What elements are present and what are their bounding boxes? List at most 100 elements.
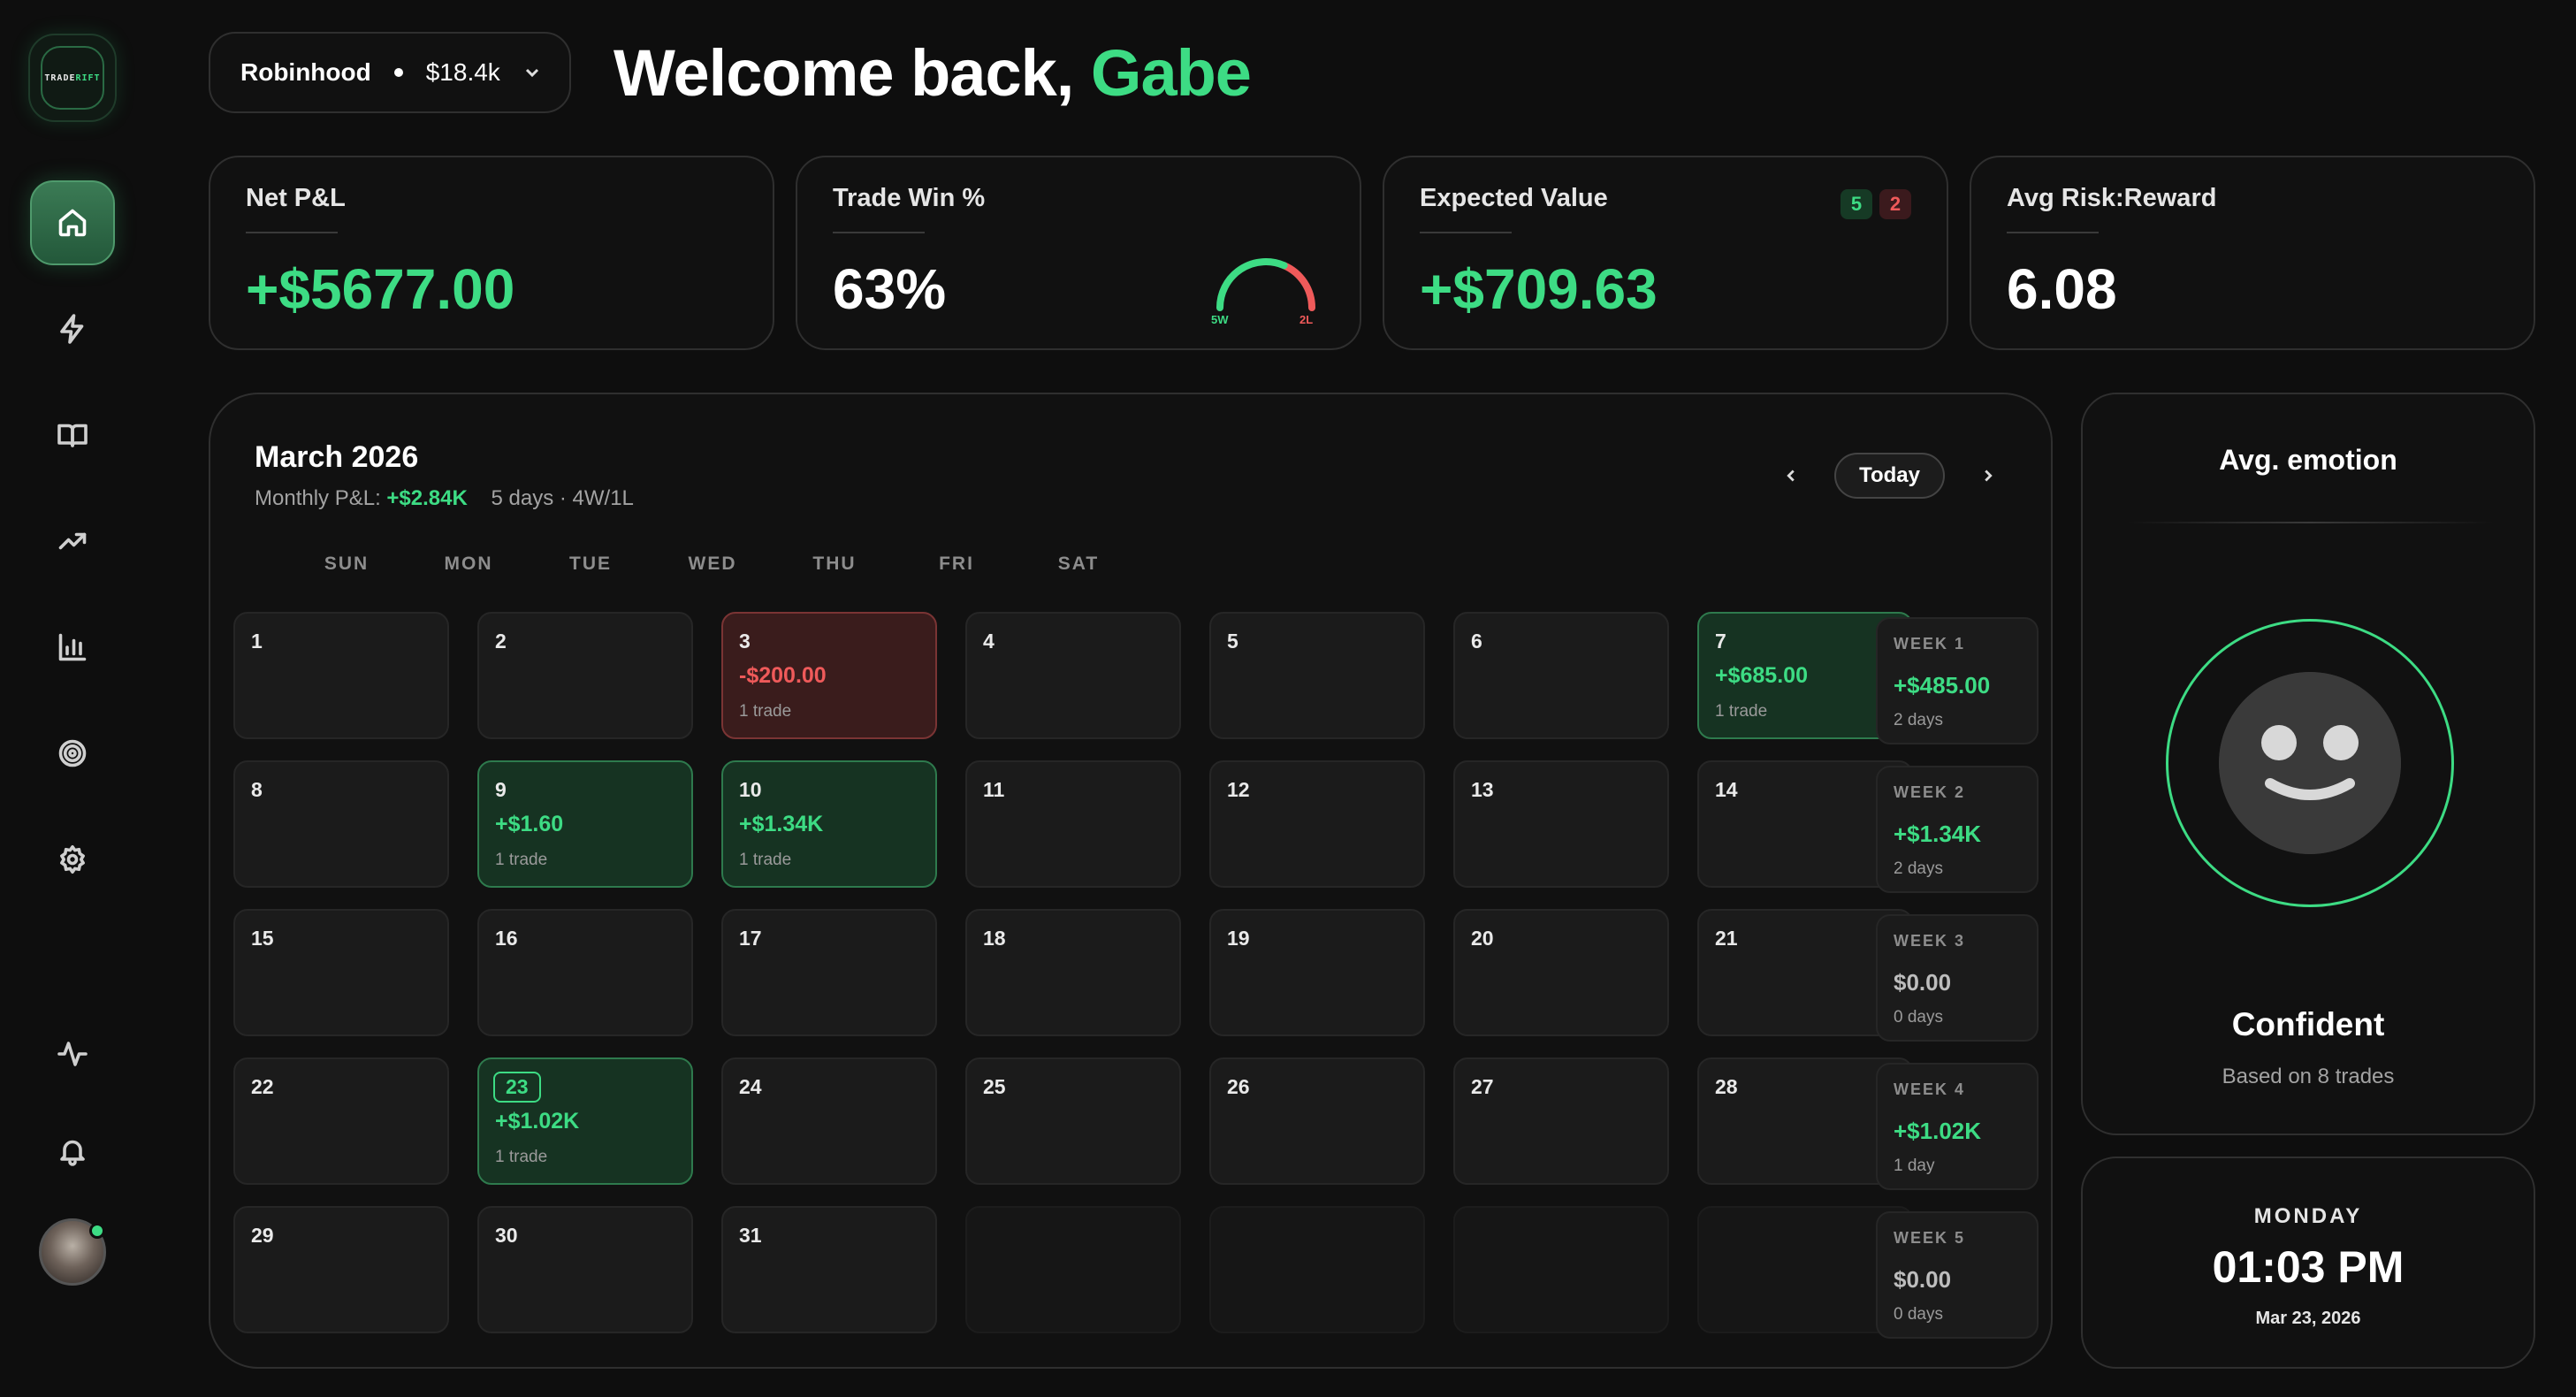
nav-performance[interactable] bbox=[30, 499, 115, 584]
nav-settings[interactable] bbox=[30, 817, 115, 902]
day-number: 14 bbox=[1715, 778, 1738, 801]
week-day-count: 0 days bbox=[1894, 1305, 1943, 1324]
calendar-day[interactable]: 17 bbox=[721, 909, 937, 1036]
calendar-day[interactable]: 8 bbox=[233, 760, 449, 888]
day-trade-count: 1 trade bbox=[739, 851, 792, 869]
win-rate-gauge: 5W 2L bbox=[1211, 258, 1315, 325]
calendar-day[interactable]: 12 bbox=[1209, 760, 1425, 888]
pulse-icon bbox=[57, 1042, 88, 1066]
day-number: 19 bbox=[1227, 927, 1250, 950]
week-label: WEEK 1 bbox=[1894, 635, 1966, 653]
expected-value-card: Expected Value +$709.63 5 2 bbox=[1383, 156, 1948, 350]
day-number: 31 bbox=[739, 1224, 762, 1247]
expected-value-label: Expected Value bbox=[1420, 184, 1608, 212]
week-label: WEEK 4 bbox=[1894, 1080, 1966, 1098]
chevron-left-icon[interactable] bbox=[1781, 466, 1801, 485]
day-pl: +$1.60 bbox=[495, 812, 564, 836]
chevron-right-icon[interactable] bbox=[1978, 466, 1998, 485]
day-pl: -$200.00 bbox=[739, 663, 827, 688]
separator-dot bbox=[393, 68, 403, 77]
week-summary[interactable]: WEEK 1 +$485.00 2 days bbox=[1876, 617, 2039, 744]
day-number: 5 bbox=[1227, 630, 1238, 653]
monthly-pl-label: Monthly P&L: bbox=[255, 486, 381, 510]
nav-reports[interactable] bbox=[30, 605, 115, 690]
calendar-day[interactable]: 11 bbox=[965, 760, 1181, 888]
emotion-ring bbox=[2166, 619, 2454, 907]
calendar-day[interactable]: 24 bbox=[721, 1057, 937, 1185]
nav-activity[interactable] bbox=[30, 1011, 115, 1096]
calendar-day[interactable]: 26 bbox=[1209, 1057, 1425, 1185]
weekday-header: SAT bbox=[1057, 553, 1100, 574]
calendar-day[interactable]: 30 bbox=[477, 1206, 693, 1333]
losses-badge: 2 bbox=[1879, 189, 1911, 219]
day-number: 12 bbox=[1227, 778, 1250, 801]
calendar-day[interactable]: 27 bbox=[1453, 1057, 1669, 1185]
account-balance: $18.4k bbox=[425, 58, 500, 86]
nav-home[interactable] bbox=[30, 180, 115, 265]
user-name: Gabe bbox=[1090, 36, 1252, 110]
calendar-day[interactable]: 15 bbox=[233, 909, 449, 1036]
sidebar: TRADERIFT bbox=[0, 0, 145, 1397]
week-label: WEEK 5 bbox=[1894, 1229, 1966, 1247]
pl-calendar: March 2026 Monthly P&L: +$2.84K 5 days ·… bbox=[209, 393, 2053, 1369]
calendar-day[interactable]: 25 bbox=[965, 1057, 1181, 1185]
win-loss-badges: 5 2 bbox=[1841, 189, 1911, 219]
today-button[interactable]: Today bbox=[1834, 453, 1945, 499]
lightning-icon bbox=[60, 314, 84, 344]
net-pl-label: Net P&L bbox=[246, 184, 346, 212]
day-trade-count: 1 trade bbox=[1715, 702, 1768, 721]
week-label: WEEK 3 bbox=[1894, 932, 1966, 950]
calendar-day[interactable]: 5 bbox=[1209, 612, 1425, 739]
monthly-meta: 5 days · 4W/1L bbox=[491, 486, 634, 510]
nav-notifications[interactable] bbox=[30, 1109, 115, 1194]
clock-card: MONDAY 01:03 PM Mar 23, 2026 bbox=[2081, 1157, 2535, 1369]
emotion-title: Avg. emotion bbox=[2219, 444, 2397, 476]
nav-goals[interactable] bbox=[30, 711, 115, 796]
book-icon bbox=[57, 424, 88, 447]
calendar-day[interactable]: 19 bbox=[1209, 909, 1425, 1036]
calendar-day[interactable]: 2 bbox=[477, 612, 693, 739]
day-number: 24 bbox=[739, 1075, 762, 1098]
bell-icon bbox=[60, 1140, 85, 1166]
calendar-day[interactable]: 20 bbox=[1453, 909, 1669, 1036]
week-day-count: 2 days bbox=[1894, 711, 1943, 729]
day-trade-count: 1 trade bbox=[495, 851, 548, 869]
calendar-day[interactable]: 29 bbox=[233, 1206, 449, 1333]
calendar-day[interactable]: 6 bbox=[1453, 612, 1669, 739]
calendar-day[interactable]: 1 bbox=[233, 612, 449, 739]
user-avatar[interactable] bbox=[39, 1218, 106, 1286]
calendar-day[interactable]: 23 +$1.02K 1 trade bbox=[477, 1057, 693, 1185]
week-summary[interactable]: WEEK 3 $0.00 0 days bbox=[1876, 914, 2039, 1042]
calendar-day[interactable]: 16 bbox=[477, 909, 693, 1036]
day-number: 8 bbox=[251, 778, 263, 801]
week-summary[interactable]: WEEK 2 +$1.34K 2 days bbox=[1876, 766, 2039, 893]
calendar-day[interactable]: 4 bbox=[965, 612, 1181, 739]
divider bbox=[2007, 232, 2099, 233]
nav-journal[interactable] bbox=[30, 393, 115, 477]
calendar-day[interactable]: 22 bbox=[233, 1057, 449, 1185]
avg-emotion-card: Avg. emotion Confident Based on 8 trades bbox=[2081, 393, 2535, 1135]
calendar-day-empty bbox=[1209, 1206, 1425, 1333]
week-summary[interactable]: WEEK 5 $0.00 0 days bbox=[1876, 1211, 2039, 1339]
account-name: Robinhood bbox=[240, 58, 371, 86]
calendar-day[interactable]: 9 +$1.60 1 trade bbox=[477, 760, 693, 888]
calendar-day[interactable]: 18 bbox=[965, 909, 1181, 1036]
nav-trades[interactable] bbox=[30, 286, 115, 371]
gear-icon bbox=[60, 844, 85, 874]
risk-reward-card: Avg Risk:Reward 6.08 bbox=[1970, 156, 2535, 350]
day-number: 11 bbox=[983, 778, 1005, 801]
calendar-day[interactable]: 10 +$1.34K 1 trade bbox=[721, 760, 937, 888]
account-selector[interactable]: Robinhood $18.4k bbox=[209, 32, 571, 113]
week-summary[interactable]: WEEK 4 +$1.02K 1 day bbox=[1876, 1063, 2039, 1190]
week-pl: +$1.02K bbox=[1894, 1118, 1982, 1144]
app-logo[interactable]: TRADERIFT bbox=[28, 34, 117, 122]
day-number: 3 bbox=[739, 630, 751, 653]
net-pl-value: +$5677.00 bbox=[246, 257, 515, 321]
day-number: 17 bbox=[739, 927, 762, 950]
calendar-day[interactable]: 3 -$200.00 1 trade bbox=[721, 612, 937, 739]
wins-badge: 5 bbox=[1841, 189, 1872, 219]
calendar-day[interactable]: 31 bbox=[721, 1206, 937, 1333]
calendar-day[interactable]: 13 bbox=[1453, 760, 1669, 888]
online-status-dot bbox=[89, 1223, 105, 1239]
day-number: 9 bbox=[495, 778, 507, 801]
